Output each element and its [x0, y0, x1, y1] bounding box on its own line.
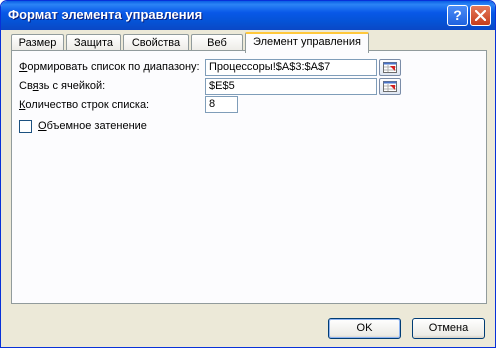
tab-web-label: Веб [207, 37, 227, 49]
cell-link-picker-button[interactable] [379, 78, 401, 95]
tab-properties-label: Свойства [131, 37, 181, 49]
tab-control-label: Элемент управления [253, 36, 361, 48]
ok-button[interactable]: OK [328, 318, 401, 339]
collapse-dialog-icon [383, 62, 397, 73]
cell-link-field[interactable]: $E$5 [205, 78, 377, 95]
cancel-button[interactable]: Отмена [412, 318, 485, 339]
shading-label[interactable]: Объемное затенение [38, 120, 147, 132]
close-button[interactable] [470, 5, 491, 26]
tab-properties[interactable]: Свойства [123, 34, 189, 51]
close-icon [475, 10, 486, 21]
dropdown-lines-field[interactable]: 8 [205, 96, 238, 113]
tab-web[interactable]: Веб [191, 34, 243, 51]
tab-size-label: Размер [18, 37, 57, 49]
input-range-field[interactable]: Процессоры!$A$3:$A$7 [205, 59, 377, 76]
dialog-title: Формат элемента управления [8, 7, 203, 22]
tab-protection-label: Защита [74, 37, 113, 49]
input-range-picker-button[interactable] [379, 59, 401, 76]
shading-checkbox[interactable] [19, 120, 32, 133]
tab-size[interactable]: Размер [11, 34, 64, 51]
title-bar[interactable]: Формат элемента управления ? [1, 1, 495, 30]
control-tab-panel: Формировать список по диапазону: Процесс… [11, 50, 487, 304]
tab-control[interactable]: Элемент управления [245, 32, 369, 53]
tab-protection[interactable]: Защита [66, 34, 121, 51]
help-icon: ? [453, 7, 462, 23]
collapse-dialog-icon [383, 81, 397, 92]
dialog-body: Размер Защита Свойства Веб Элемент управ… [5, 30, 491, 343]
cell-link-label: Связь с ячейкой: [19, 80, 106, 92]
format-control-dialog: Формат элемента управления ? Размер Защи… [0, 0, 496, 348]
input-range-label: Формировать список по диапазону: [19, 61, 200, 73]
dropdown-lines-label: Количество строк списка: [19, 99, 150, 111]
help-button[interactable]: ? [447, 5, 468, 26]
